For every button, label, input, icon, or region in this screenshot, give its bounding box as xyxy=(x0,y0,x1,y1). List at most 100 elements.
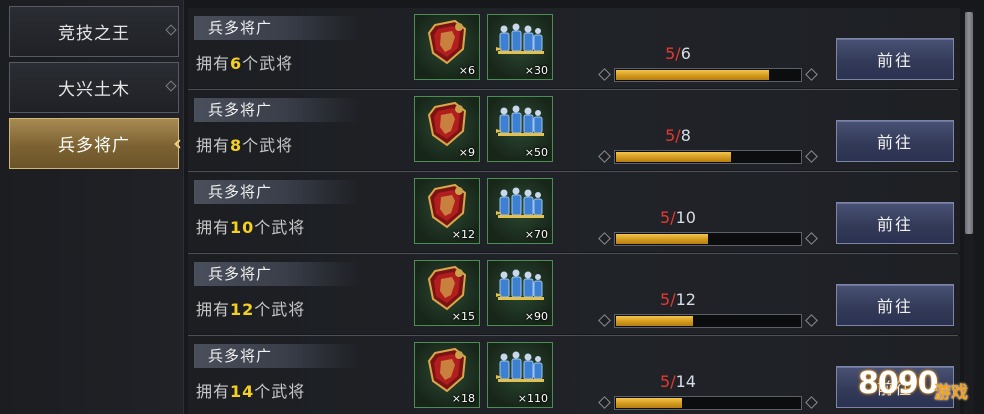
task-requirement: 拥有10个武将 xyxy=(196,218,306,237)
progress-bar xyxy=(598,148,818,166)
progress-text: 5/10 xyxy=(660,208,696,227)
bar-cap-left-icon xyxy=(598,68,611,81)
bar-cap-right-icon xyxy=(805,150,818,163)
shield-icon xyxy=(427,347,467,393)
progress-text: 5/8 xyxy=(665,126,691,145)
watermark-number: 8090 xyxy=(858,366,938,401)
progress-bar xyxy=(598,66,818,84)
task-title: 兵多将广 xyxy=(194,344,360,368)
shield-icon xyxy=(427,19,467,65)
progress-bar xyxy=(598,312,818,330)
reward-item-shield[interactable]: ×18 xyxy=(414,342,480,408)
go-button[interactable]: 前往 xyxy=(836,38,954,80)
requirement-count: 8 xyxy=(230,136,243,155)
progress-track xyxy=(614,396,802,410)
bar-cap-left-icon xyxy=(598,314,611,327)
progress-text: 5/14 xyxy=(660,372,696,391)
go-button[interactable]: 前往 xyxy=(836,120,954,162)
soldiers-icon xyxy=(496,23,544,54)
task-row: 兵多将广 拥有6个武将 ×6 ×30 5/6 前往 xyxy=(188,8,960,90)
requirement-count: 12 xyxy=(230,300,255,319)
soldiers-icon xyxy=(496,351,544,382)
task-requirement: 拥有8个武将 xyxy=(196,136,294,155)
reward-item-soldiers[interactable]: ×90 xyxy=(487,260,553,326)
shield-icon xyxy=(427,101,467,147)
soldiers-icon xyxy=(496,269,544,300)
go-button[interactable]: 前往 xyxy=(836,284,954,326)
scrollbar[interactable] xyxy=(964,10,974,414)
progress-track xyxy=(614,68,802,82)
progress-track xyxy=(614,232,802,246)
bar-cap-left-icon xyxy=(598,396,611,409)
tab-label: 大兴土木 xyxy=(58,80,130,100)
reward-quantity: ×15 xyxy=(451,310,475,323)
bar-cap-right-icon xyxy=(805,232,818,245)
reward-item-shield[interactable]: ×6 xyxy=(414,14,480,80)
reward-quantity: ×50 xyxy=(524,146,548,159)
tab-label: 兵多将广 xyxy=(58,136,130,156)
reward-quantity: ×70 xyxy=(524,228,548,241)
reward-item-soldiers[interactable]: ×30 xyxy=(487,14,553,80)
task-row: 兵多将广 拥有12个武将 ×15 ×90 5/12 前往 xyxy=(188,254,960,336)
tab-notch-icon xyxy=(165,80,177,92)
reward-quantity: ×12 xyxy=(451,228,475,241)
progress-bar xyxy=(598,394,818,412)
tab-jingji-zhi-wang[interactable]: 竞技之王 xyxy=(9,6,179,57)
reward-quantity: ×110 xyxy=(517,392,548,405)
progress-fill xyxy=(616,152,731,162)
reward-item-shield[interactable]: ×12 xyxy=(414,178,480,244)
progress-fill xyxy=(616,316,693,326)
watermark-logo: 8090 游戏 xyxy=(858,364,982,412)
bar-cap-right-icon xyxy=(805,396,818,409)
reward-quantity: ×9 xyxy=(458,146,475,159)
progress-total: 14 xyxy=(675,372,696,391)
category-sidebar: 竞技之王 大兴土木 兵多将广 ‹‹ xyxy=(0,0,184,414)
task-title: 兵多将广 xyxy=(194,16,360,40)
progress-total: 8 xyxy=(680,126,691,145)
bar-cap-right-icon xyxy=(805,68,818,81)
scrollbar-thumb[interactable] xyxy=(965,12,973,234)
tab-daxing-tumu[interactable]: 大兴土木 xyxy=(9,62,179,113)
reward-item-shield[interactable]: ×9 xyxy=(414,96,480,162)
progress-fill xyxy=(616,398,682,408)
progress-current: 5 xyxy=(660,208,671,227)
shield-icon xyxy=(427,183,467,229)
progress-current: 5 xyxy=(660,372,671,391)
reward-quantity: ×90 xyxy=(524,310,548,323)
task-row: 兵多将广 拥有14个武将 ×18 ×110 5/14 前往 xyxy=(188,336,960,414)
bar-cap-right-icon xyxy=(805,314,818,327)
tab-bingduo-jiangguang[interactable]: 兵多将广 ‹‹ xyxy=(9,118,183,169)
progress-fill xyxy=(616,70,769,80)
progress-bar xyxy=(598,230,818,248)
reward-item-soldiers[interactable]: ×70 xyxy=(487,178,553,244)
task-title: 兵多将广 xyxy=(194,262,360,286)
requirement-count: 6 xyxy=(230,54,243,73)
task-title: 兵多将广 xyxy=(194,98,360,122)
task-requirement: 拥有14个武将 xyxy=(196,382,306,401)
soldiers-icon xyxy=(496,187,544,218)
progress-current: 5 xyxy=(660,290,671,309)
shield-icon xyxy=(427,265,467,311)
progress-text: 5/6 xyxy=(665,44,691,63)
reward-quantity: ×18 xyxy=(451,392,475,405)
reward-quantity: ×30 xyxy=(524,64,548,77)
task-requirement: 拥有6个武将 xyxy=(196,54,294,73)
tab-label: 竞技之王 xyxy=(58,24,130,44)
progress-total: 10 xyxy=(675,208,696,227)
task-list: 兵多将广 拥有6个武将 ×6 ×30 5/6 前往 兵多将广 拥有8个武将 ×9… xyxy=(188,0,960,414)
progress-current: 5 xyxy=(665,126,676,145)
task-requirement: 拥有12个武将 xyxy=(196,300,306,319)
progress-text: 5/12 xyxy=(660,290,696,309)
progress-total: 12 xyxy=(675,290,696,309)
reward-item-shield[interactable]: ×15 xyxy=(414,260,480,326)
reward-item-soldiers[interactable]: ×50 xyxy=(487,96,553,162)
requirement-count: 10 xyxy=(230,218,255,237)
progress-track xyxy=(614,314,802,328)
progress-total: 6 xyxy=(680,44,691,63)
watermark-text: 游戏 xyxy=(934,383,968,403)
go-button[interactable]: 前往 xyxy=(836,202,954,244)
bar-cap-left-icon xyxy=(598,232,611,245)
task-title: 兵多将广 xyxy=(194,180,360,204)
reward-item-soldiers[interactable]: ×110 xyxy=(487,342,553,408)
progress-current: 5 xyxy=(665,44,676,63)
